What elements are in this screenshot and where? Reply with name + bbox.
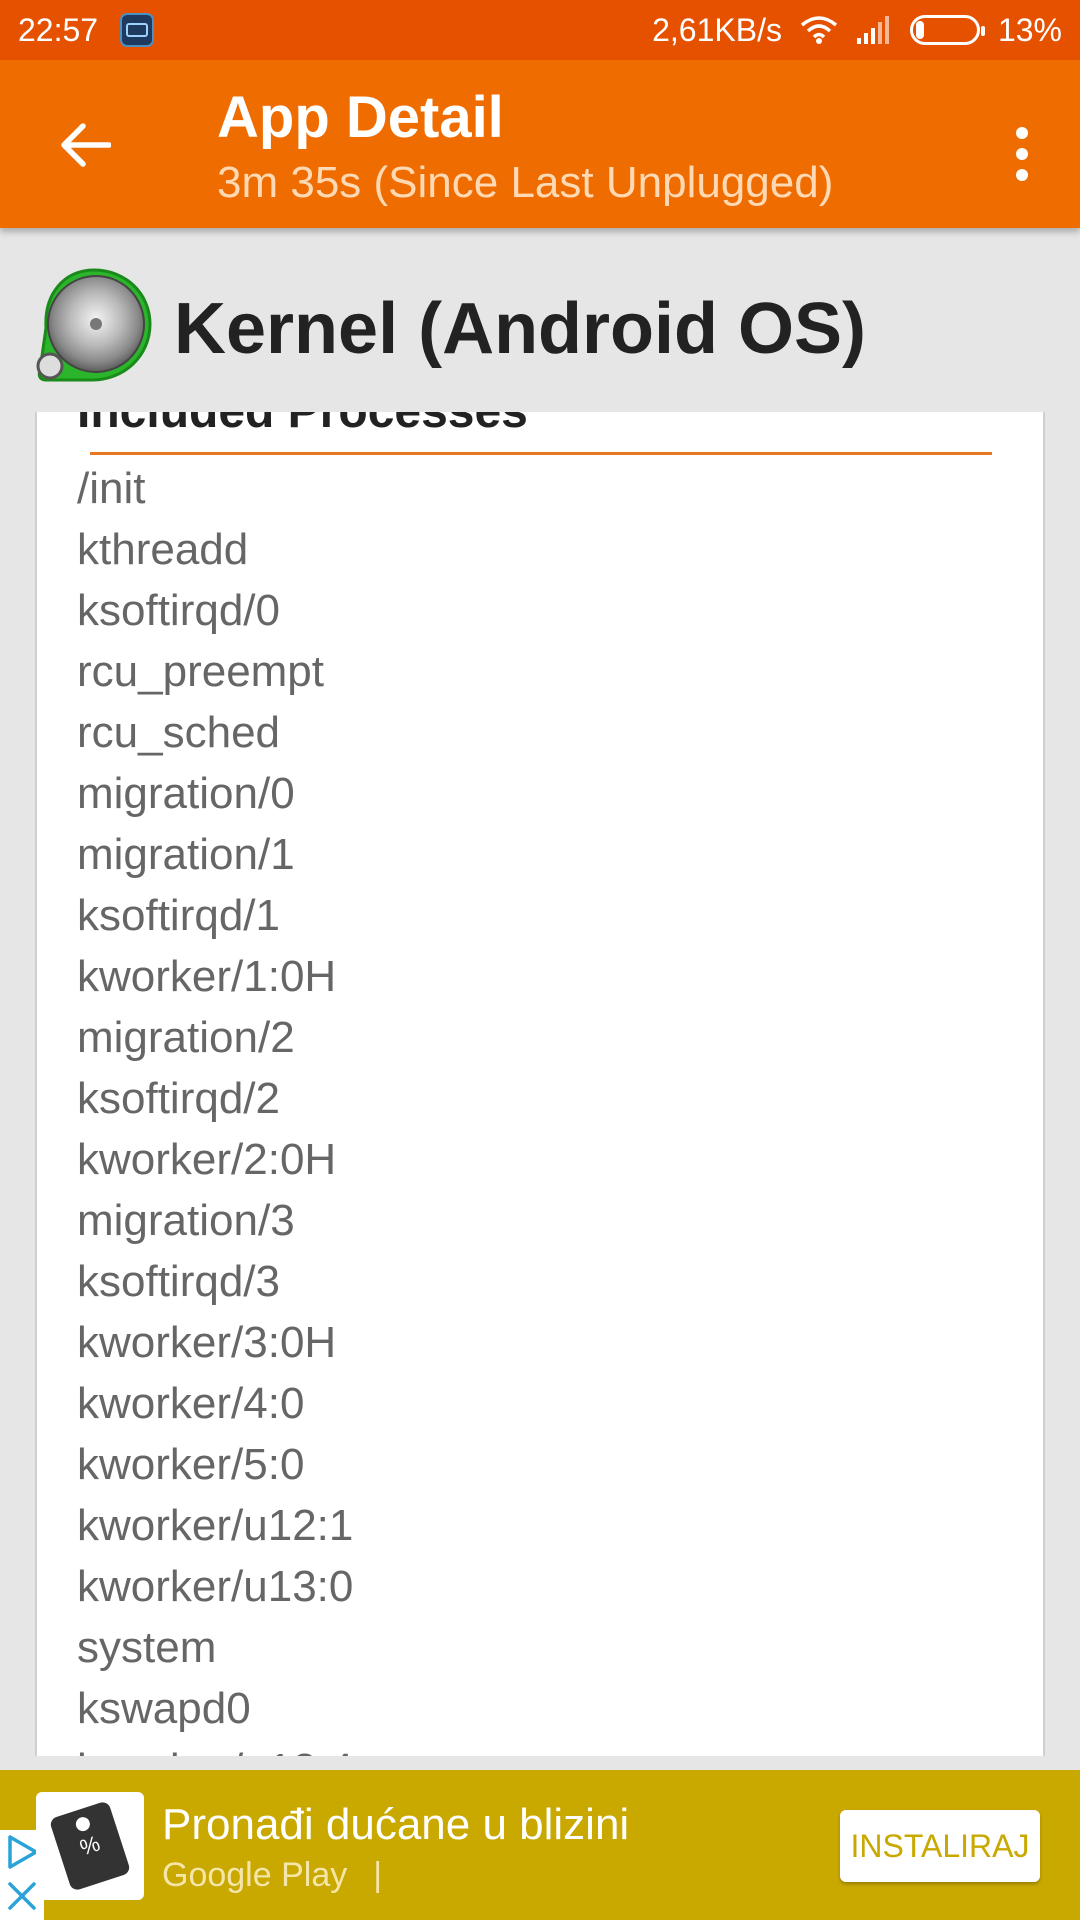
processes-card: Included Processes /init kthreadd ksofti… [35, 412, 1045, 1756]
kernel-app-icon [36, 268, 152, 382]
process-item: ksoftirqd/1 [77, 891, 280, 940]
wifi-icon [800, 16, 838, 44]
process-item: kworker/1:0H [77, 952, 337, 1001]
process-item: kworker/4:0 [77, 1379, 305, 1428]
battery-percent: 13% [997, 11, 1062, 48]
google-play-label: Google Play [162, 1856, 348, 1894]
app-bar: App Detail 3m 35s (Since Last Unplugged) [0, 60, 1080, 228]
page-title: App Detail [217, 85, 504, 150]
net-speed: 2,61KB/s [652, 11, 782, 48]
process-item: kworker/3:0H [77, 1318, 337, 1367]
process-item: migration/3 [77, 1196, 295, 1245]
heading-divider [90, 452, 992, 455]
process-item: kworker/u12:1 [77, 1501, 354, 1550]
process-list[interactable]: /init kthreadd ksoftirqd/0 rcu_preempt r… [77, 458, 353, 1756]
process-item: /init [77, 464, 146, 513]
ad-app-icon: % [36, 1792, 144, 1900]
process-item: rcu_sched [77, 708, 281, 757]
ad-banner[interactable]: % Pronađi dućane u blizini Google Play |… [0, 1770, 1080, 1920]
process-item: ksoftirqd/0 [77, 586, 280, 635]
process-item: kworker/2:0H [77, 1135, 337, 1184]
adchoices-icon[interactable] [4, 1832, 40, 1872]
page-subtitle: 3m 35s (Since Last Unplugged) [217, 158, 834, 207]
process-item: kworker/u12:4 [77, 1739, 353, 1756]
process-item: system [77, 1623, 217, 1672]
ad-separator: | [373, 1856, 383, 1894]
back-button[interactable] [50, 110, 120, 180]
process-item: kthreadd [77, 525, 249, 574]
process-item: ksoftirqd/3 [77, 1257, 280, 1306]
app-notification-icon [120, 13, 155, 47]
signal-icon [856, 16, 889, 44]
close-icon[interactable] [4, 1878, 40, 1914]
status-time: 22:57 [18, 11, 99, 48]
process-item: kworker/5:0 [77, 1440, 305, 1489]
process-item: ksoftirqd/2 [77, 1074, 280, 1123]
app-header: Kernel (Android OS) [0, 228, 1080, 412]
status-bar: 22:57 2,61KB/s 13% [0, 0, 1080, 60]
more-vert-dot [1016, 148, 1028, 160]
process-item: migration/0 [77, 769, 295, 818]
process-item: rcu_preempt [77, 647, 325, 696]
install-button[interactable]: INSTALIRAJ [840, 1810, 1040, 1882]
overflow-menu-button[interactable] [992, 114, 1052, 194]
ad-title: Pronađi dućane u blizini [162, 1800, 630, 1849]
ad-store: Google Play | [162, 1856, 382, 1895]
more-vert-icon [1016, 127, 1028, 139]
more-vert-dot [1016, 169, 1028, 181]
process-item: migration/2 [77, 1013, 295, 1062]
process-item: kworker/u13:0 [77, 1562, 354, 1611]
price-tag-icon: % [48, 1800, 132, 1892]
back-arrow-icon [61, 123, 111, 167]
card-heading: Included Processes [77, 412, 528, 439]
battery-icon [909, 15, 985, 45]
process-item: kswapd0 [77, 1684, 251, 1733]
process-item: migration/1 [77, 830, 295, 879]
app-name: Kernel (Android OS) [174, 289, 867, 369]
